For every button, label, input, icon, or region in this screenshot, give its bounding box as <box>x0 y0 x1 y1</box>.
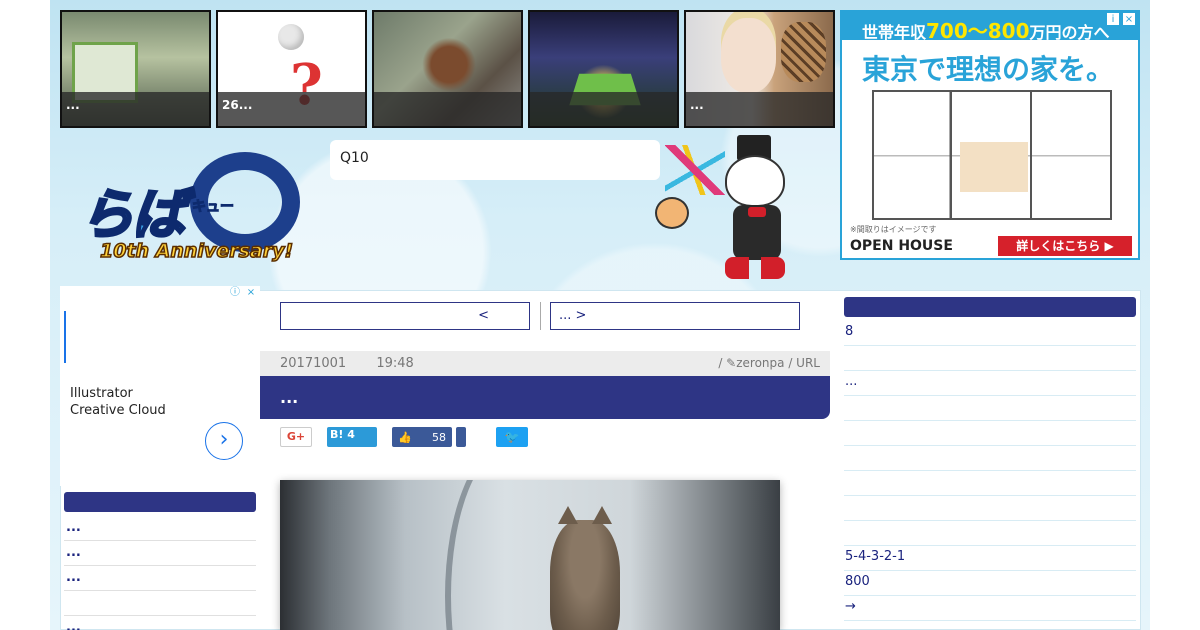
thumbnail-woman-cat[interactable]: ... <box>684 10 835 128</box>
right-sidebar-header <box>844 297 1136 317</box>
ad-cta-button[interactable]: 詳しくはこちら ▶ <box>998 236 1132 256</box>
list-item[interactable]: 5-4-3-2-1 <box>844 546 1136 571</box>
thumbnail-question[interactable]: 26... <box>216 10 367 128</box>
share-buttons: G+ B! 4 👍 58 🐦 <box>280 427 528 447</box>
list-item[interactable] <box>64 591 256 616</box>
list-item[interactable] <box>844 421 1136 446</box>
twitter-bird-icon: 🐦 <box>504 430 520 444</box>
thumbnail-caption: ... <box>686 92 833 126</box>
hatena-bookmark-button[interactable]: B! 4 <box>327 427 377 447</box>
facebook-share-button[interactable] <box>456 427 466 447</box>
list-item[interactable]: ... <box>64 516 256 541</box>
thumbnail-stadium[interactable] <box>528 10 679 128</box>
ad-band-suffix: 万円の方へ <box>1029 23 1110 42</box>
banner-ad-left[interactable]: ⓘ × Illustrator Creative Cloud › <box>60 286 260 486</box>
google-plus-button[interactable]: G+ <box>280 427 312 447</box>
list-item[interactable] <box>844 396 1136 421</box>
thumbnail-caption <box>374 92 521 126</box>
list-item[interactable]: ... <box>844 371 1136 396</box>
mascot-illustration <box>655 135 815 285</box>
list-item[interactable] <box>844 471 1136 496</box>
next-article-button[interactable]: ... > <box>550 302 800 330</box>
list-item[interactable] <box>844 496 1136 521</box>
list-item[interactable] <box>844 521 1136 546</box>
list-item[interactable]: 800 <box>844 571 1136 596</box>
ad-band: 世帯年収700～800万円の方へ <box>842 12 1138 43</box>
ad-band-prefix: 世帯年収 <box>862 23 927 42</box>
twitter-button[interactable]: 🐦 <box>496 427 528 447</box>
floor-plan-image <box>872 90 1112 220</box>
confetti <box>665 145 725 195</box>
bow-tie <box>748 207 766 217</box>
thumbs-up-icon: 👍 <box>398 430 412 444</box>
facebook-like-count: 58 <box>432 430 446 444</box>
article-photo <box>280 480 780 630</box>
article-pager: < ... > <box>280 302 800 330</box>
list-item[interactable] <box>844 346 1136 371</box>
ad-line-2: Creative Cloud <box>70 403 166 418</box>
ad-accent-bar <box>64 311 66 363</box>
article-date: 20171001 <box>280 356 347 371</box>
ad-arrow-button[interactable]: › <box>205 422 243 460</box>
featured-thumbnails: ... 26... ... <box>60 10 835 128</box>
left-sidebar-list: ... ... ... ... <box>64 492 256 630</box>
cat-legs <box>725 257 785 279</box>
left-sidebar-header <box>64 492 256 512</box>
ad-close-icon[interactable]: × <box>1122 12 1136 26</box>
article-title: ... <box>260 376 830 419</box>
thumbnail-caption: 26... <box>218 92 365 126</box>
thumbnail-caption: ... <box>62 92 209 126</box>
thumbnail-train[interactable]: ... <box>60 10 211 128</box>
thumbnail-crab[interactable] <box>372 10 523 128</box>
ad-controls: i × <box>1106 12 1136 26</box>
prev-article-button[interactable]: < <box>280 302 530 330</box>
facebook-like-button[interactable]: 👍 58 <box>392 427 452 447</box>
article-author-meta[interactable]: / ✎zeronpa / URL <box>718 356 820 370</box>
ad-brand: OPEN HOUSE <box>850 238 953 254</box>
article-meta: 20171001 19:48 / ✎zeronpa / URL <box>260 351 830 377</box>
ad-note: ※間取りはイメージです <box>850 225 937 234</box>
ad-controls: ⓘ × <box>228 286 258 300</box>
list-item[interactable]: 8 <box>844 321 1136 346</box>
logo-kyu-text: キュー <box>192 199 235 216</box>
list-item[interactable] <box>844 446 1136 471</box>
article-time: 19:48 <box>376 356 414 371</box>
ad-headline: 東京で理想の家を。 <box>862 53 1115 86</box>
ad-line-1: Illustrator <box>70 386 133 401</box>
ad-close-icon[interactable]: × <box>244 286 258 300</box>
list-item[interactable]: → <box>844 596 1136 621</box>
cat-silhouette <box>550 506 620 630</box>
thumbnail-caption <box>530 92 677 126</box>
list-item[interactable]: ... <box>64 616 256 630</box>
search-input[interactable]: Q10 <box>330 140 660 180</box>
logo-anniversary-text: 10th Anniversary! <box>99 239 294 263</box>
list-item[interactable]: ... <box>64 541 256 566</box>
ad-band-highlight: 700～800 <box>926 19 1030 43</box>
site-logo[interactable]: らば キュー 10th Anniversary! <box>79 152 305 268</box>
cat-head <box>725 155 785 207</box>
logo-main-text: らば <box>79 182 188 248</box>
right-sidebar-list: 8 ... 5-4-3-2-1 800 → <box>844 297 1136 621</box>
ad-info-icon[interactable]: ⓘ <box>228 286 242 300</box>
banner-ad-top-right[interactable]: 世帯年収700～800万円の方へ i × 東京で理想の家を。 ※間取りはイメージ… <box>840 10 1140 260</box>
hamster-mascot <box>655 197 689 229</box>
list-item[interactable]: ... <box>64 566 256 591</box>
ad-info-icon[interactable]: i <box>1106 12 1120 26</box>
pager-divider <box>540 302 541 330</box>
